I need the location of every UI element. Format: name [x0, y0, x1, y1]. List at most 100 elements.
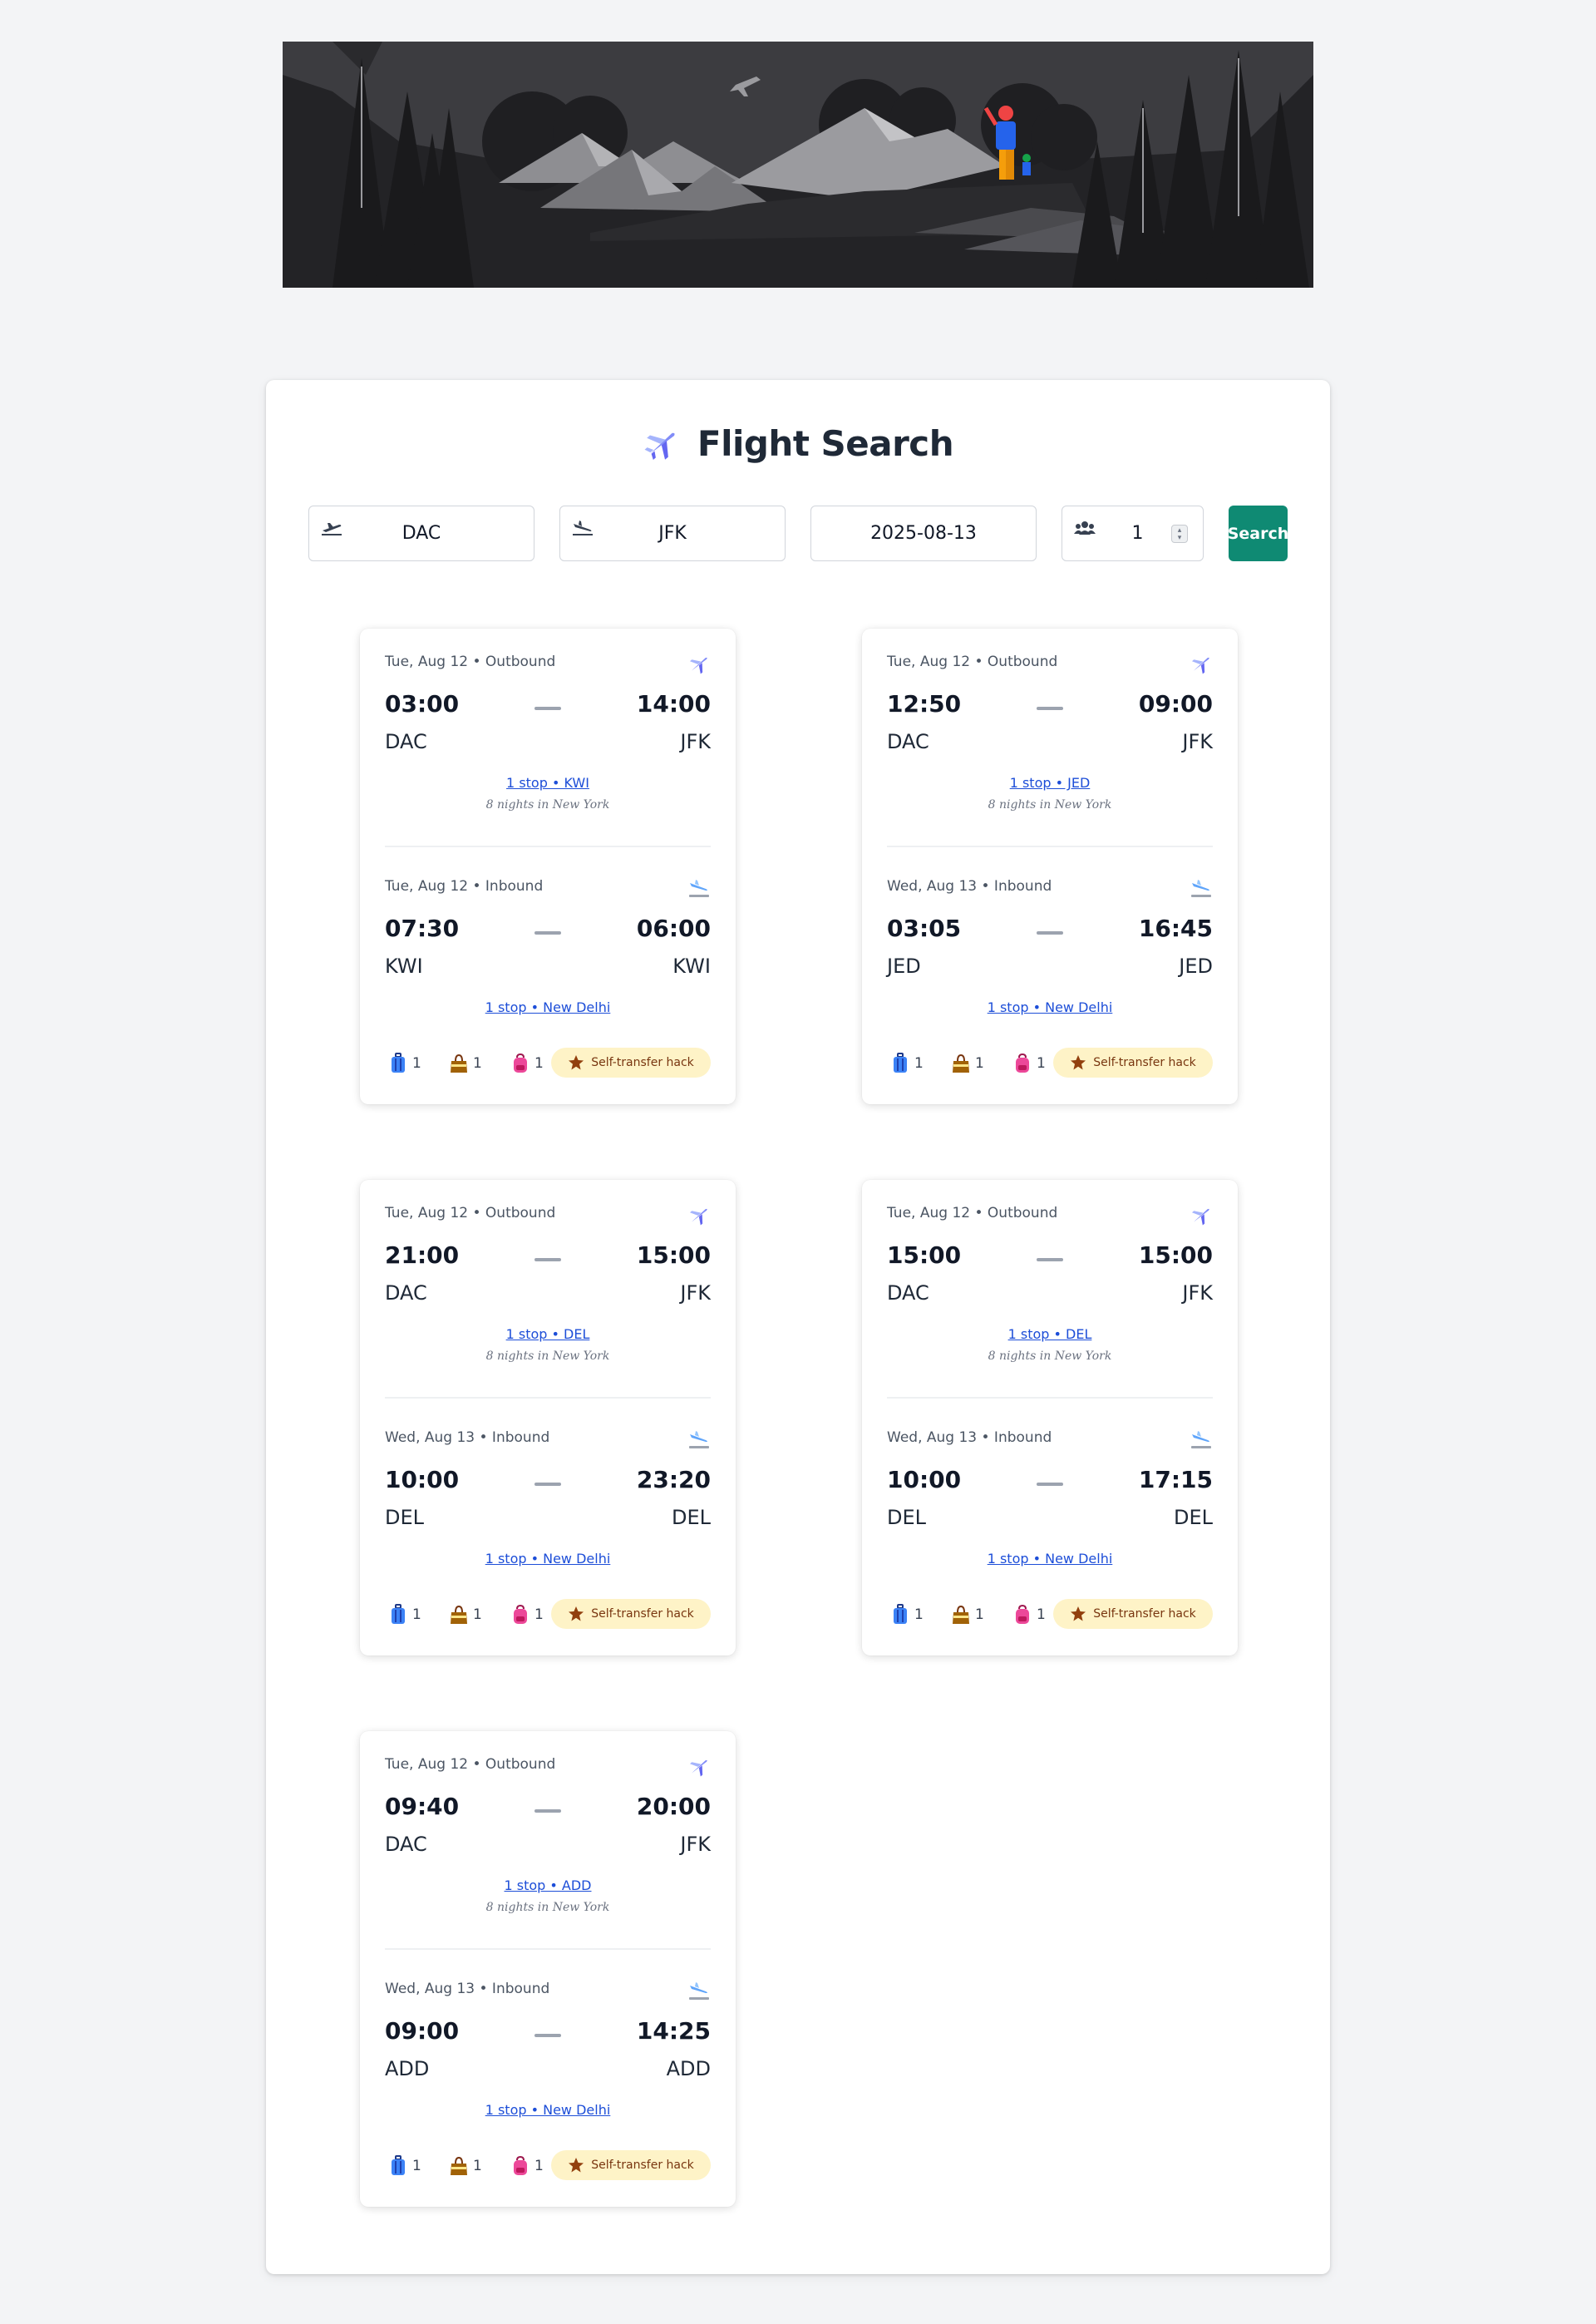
- passengers-stepper[interactable]: ▴ ▾: [1171, 525, 1188, 543]
- stops-link[interactable]: 1 stop • New Delhi: [887, 999, 1213, 1015]
- personal-bag-count: 1: [534, 2158, 544, 2174]
- route-dash: [1037, 931, 1063, 935]
- badge-label: Self-transfer hack: [591, 1607, 694, 1621]
- departure-airport: KWI: [385, 955, 423, 978]
- flight-result-card[interactable]: Tue, Aug 12 • Outbound 12:50 09:00 DAC J…: [862, 629, 1238, 1104]
- destination-field[interactable]: JFK: [559, 506, 786, 561]
- flight-result-card[interactable]: Tue, Aug 12 • Outbound 09:40 20:00 DAC J…: [360, 1731, 736, 2207]
- handbag-icon: [451, 1053, 467, 1073]
- arrival-airport: JFK: [680, 730, 711, 753]
- airplane-icon: [1191, 657, 1209, 674]
- airplane-icon: [689, 1208, 707, 1226]
- luggage-icon: [392, 2155, 405, 2175]
- hero-illustration: [283, 42, 1313, 288]
- checked-bag: 1: [389, 1604, 421, 1626]
- departure-airport: DAC: [385, 1833, 427, 1856]
- stops-link[interactable]: 1 stop • ADD: [385, 1877, 711, 1893]
- page-header: Flight Search: [266, 423, 1330, 464]
- cabin-bag-count: 1: [473, 1055, 482, 1072]
- leg-divider: [385, 846, 711, 847]
- departure-airport: DEL: [887, 1506, 927, 1529]
- airplane-arrival-icon: [1191, 880, 1211, 897]
- arrival-time: 09:00: [1138, 690, 1213, 718]
- departure-time: 12:50: [887, 690, 962, 718]
- backpack-icon: [514, 1604, 527, 1624]
- cabin-bag: 1: [450, 1053, 482, 1074]
- departure-time: 21:00: [385, 1241, 460, 1269]
- arrival-airport: DEL: [1173, 1506, 1213, 1529]
- users-icon: [1074, 521, 1096, 535]
- date-field[interactable]: 2025-08-13: [810, 506, 1037, 561]
- route-dash: [534, 931, 561, 935]
- self-transfer-badge: Self-transfer hack: [1053, 1599, 1213, 1629]
- departure-airport: ADD: [385, 2057, 430, 2080]
- route-dash: [534, 1483, 561, 1486]
- stops-link[interactable]: 1 stop • DEL: [385, 1326, 711, 1342]
- stops-link[interactable]: 1 stop • New Delhi: [385, 2102, 711, 2118]
- stay-note: 8 nights in New York: [988, 1349, 1112, 1363]
- arrival-time: 06:00: [636, 915, 711, 942]
- route-dash: [534, 707, 561, 710]
- handbag-icon: [953, 1605, 969, 1624]
- arrival-airport: ADD: [666, 2057, 711, 2080]
- departure-airport: DEL: [385, 1506, 425, 1529]
- baggage-row: 1 1 1 Self-transfer hack: [385, 2150, 711, 2182]
- self-transfer-badge: Self-transfer hack: [551, 2150, 711, 2180]
- departure-time: 03:05: [887, 915, 962, 942]
- search-button[interactable]: Search: [1228, 506, 1288, 561]
- stops-link[interactable]: 1 stop • New Delhi: [385, 1551, 711, 1567]
- arrival-airport: JFK: [680, 1281, 711, 1305]
- arrival-airport: JFK: [680, 1833, 711, 1856]
- chevron-down-icon[interactable]: ▾: [1178, 534, 1182, 541]
- leg-date: Tue, Aug 12 • Outbound: [385, 1205, 556, 1221]
- personal-bag: 1: [511, 1604, 544, 1626]
- checked-bag-count: 1: [412, 2158, 421, 2174]
- leg-date: Tue, Aug 12 • Outbound: [887, 1205, 1058, 1221]
- stops-link[interactable]: 1 stop • JED: [887, 775, 1213, 791]
- airplane-arrival-icon: [1191, 1431, 1211, 1448]
- departure-time: 10:00: [385, 1466, 460, 1493]
- departure-time: 09:00: [385, 2017, 460, 2045]
- stops-link[interactable]: 1 stop • New Delhi: [887, 1551, 1213, 1567]
- stay-note: 8 nights in New York: [988, 798, 1112, 812]
- backpack-icon: [514, 1053, 527, 1073]
- route-dash: [1037, 707, 1063, 710]
- baggage-row: 1 1 1 Self-transfer hack: [385, 1599, 711, 1631]
- leg-date: Wed, Aug 13 • Inbound: [887, 1429, 1052, 1446]
- mountain-landscape-illustration: [283, 42, 1313, 288]
- baggage-row: 1 1 1 Self-transfer hack: [887, 1048, 1213, 1079]
- leg-divider: [385, 1397, 711, 1399]
- departure-airport: DAC: [385, 730, 427, 753]
- origin-value: DAC: [401, 523, 441, 544]
- stay-note: 8 nights in New York: [485, 1349, 610, 1363]
- origin-field[interactable]: DAC: [308, 506, 534, 561]
- stops-link[interactable]: 1 stop • DEL: [887, 1326, 1213, 1342]
- star-icon: [569, 1055, 584, 1070]
- cabin-bag-count: 1: [975, 1055, 984, 1072]
- airplane-arrival-icon: [689, 880, 709, 897]
- route-dash: [534, 1809, 561, 1813]
- checked-bag: 1: [891, 1053, 924, 1074]
- plane-departure-icon: [322, 523, 342, 535]
- hero-section: [0, 0, 1596, 331]
- self-transfer-badge: Self-transfer hack: [1053, 1048, 1213, 1078]
- cabin-bag: 1: [450, 2155, 482, 2177]
- flight-result-card[interactable]: Tue, Aug 12 • Outbound 21:00 15:00 DAC J…: [360, 1180, 736, 1655]
- star-icon: [1071, 1606, 1086, 1621]
- leg-date: Wed, Aug 13 • Inbound: [385, 1981, 550, 1997]
- airplane-icon: [689, 1759, 707, 1777]
- leg-date: Tue, Aug 12 • Inbound: [385, 878, 544, 895]
- backpack-icon: [514, 2155, 527, 2175]
- stops-link[interactable]: 1 stop • KWI: [385, 775, 711, 791]
- flight-result-card[interactable]: Tue, Aug 12 • Outbound 15:00 15:00 DAC J…: [862, 1180, 1238, 1655]
- leg-date: Tue, Aug 12 • Outbound: [887, 654, 1058, 670]
- leg-date: Tue, Aug 12 • Outbound: [385, 654, 556, 670]
- arrival-time: 14:25: [636, 2017, 711, 2045]
- stops-link[interactable]: 1 stop • New Delhi: [385, 999, 711, 1015]
- departure-airport: DAC: [887, 730, 929, 753]
- checked-bag-count: 1: [412, 1606, 421, 1623]
- flight-result-card[interactable]: Tue, Aug 12 • Outbound 03:00 14:00 DAC J…: [360, 629, 736, 1104]
- passengers-field[interactable]: 1 ▴ ▾: [1062, 506, 1204, 561]
- cabin-bag: 1: [450, 1604, 482, 1626]
- checked-bag-count: 1: [412, 1055, 421, 1072]
